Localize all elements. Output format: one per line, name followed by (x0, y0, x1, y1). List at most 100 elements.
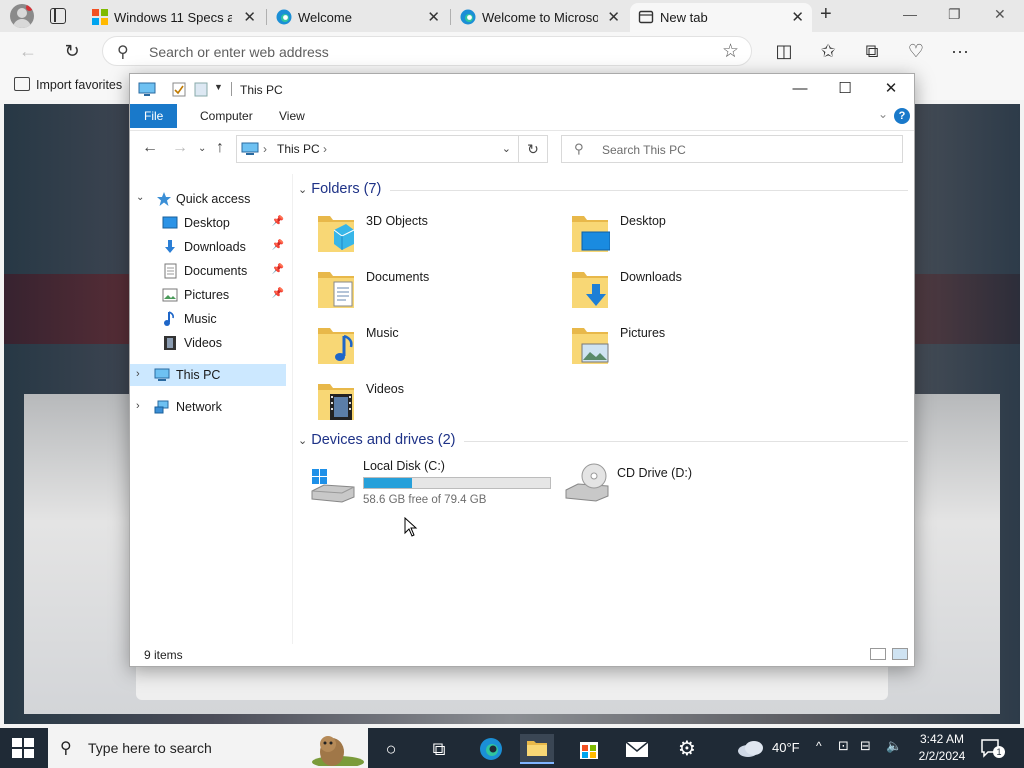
edge-taskbar-icon[interactable] (474, 734, 508, 764)
new-tab-button[interactable]: + (820, 3, 832, 26)
nav-label: Pictures (184, 288, 230, 302)
import-favorites-link[interactable]: Import favorites (14, 77, 122, 92)
folder-3d-objects[interactable]: 3D Objects (302, 208, 542, 262)
address-bar[interactable]: › This PC › ⌄ (236, 135, 548, 163)
breadcrumb-chevron-icon[interactable]: › (263, 142, 267, 156)
folder-pictures[interactable]: Pictures (556, 320, 796, 374)
new-folder-icon[interactable] (194, 82, 208, 97)
network-status-icon[interactable]: ⊟ (860, 738, 871, 768)
back-arrow-icon[interactable]: ← (142, 139, 158, 157)
favorites-icon[interactable]: ✩ (816, 39, 840, 63)
folders-group-header[interactable]: ⌄ Folders (7) (298, 181, 381, 197)
folder-videos[interactable]: Videos (302, 376, 542, 430)
volume-muted-icon[interactable]: 🔈 (886, 738, 902, 768)
desktop-folder-icon (572, 216, 610, 252)
address-placeholder: Search or enter web address (149, 44, 329, 60)
weather-temperature[interactable]: 40°F (772, 740, 800, 768)
search-input[interactable]: ⚲ Search This PC (561, 135, 903, 163)
details-view-icon[interactable] (870, 648, 886, 660)
nav-network[interactable]: › Network (130, 396, 286, 418)
collections-icon[interactable]: ⧉ (860, 39, 884, 63)
folder-music[interactable]: Music (302, 320, 542, 374)
help-icon[interactable]: ? (894, 108, 910, 124)
maximize-button[interactable]: ☐ (830, 78, 860, 100)
address-dropdown-icon[interactable]: ⌄ (502, 142, 511, 155)
folder-downloads[interactable]: Downloads (556, 264, 796, 318)
weather-cloud-icon[interactable] (736, 738, 766, 758)
breadcrumb-chevron-icon[interactable]: › (323, 142, 327, 156)
collapse-chevron-icon[interactable]: ⌄ (136, 192, 144, 203)
expand-chevron-icon[interactable]: › (136, 400, 140, 412)
start-windows-icon[interactable] (12, 738, 34, 758)
settings-gear-icon[interactable]: ⚙ (670, 734, 704, 764)
nav-pictures[interactable]: Pictures 📌 (130, 284, 286, 306)
show-hidden-icons-chevron-icon[interactable]: ^ (816, 739, 822, 768)
close-window-icon[interactable]: ✕ (994, 6, 1006, 23)
drives-group-header[interactable]: ⌄ Devices and drives (2) (298, 432, 455, 448)
tab-divider (266, 9, 267, 25)
nav-music[interactable]: Music (130, 308, 286, 330)
drive-local-disk-c[interactable]: Local Disk (C:) 58.6 GB free of 79.4 GB (300, 459, 551, 511)
group-collapse-icon[interactable]: ⌄ (298, 184, 307, 196)
tab-file[interactable]: File (130, 104, 178, 128)
profile-avatar[interactable] (10, 4, 34, 28)
tab-windows-11-specs[interactable]: Windows 11 Specs and ✕ (84, 3, 264, 32)
file-explorer-taskbar-icon[interactable] (520, 734, 554, 764)
nav-downloads[interactable]: Downloads 📌 (130, 236, 286, 258)
taskbar-search-box[interactable]: ⚲ Type here to search (48, 728, 368, 768)
tab-new-tab[interactable]: New tab ✕ (630, 3, 812, 32)
item-count: 9 items (144, 648, 183, 662)
mail-icon[interactable] (620, 734, 654, 764)
forward-arrow-icon[interactable]: → (172, 139, 188, 157)
split-screen-icon[interactable]: ◫ (772, 39, 796, 63)
meet-now-icon[interactable]: ⊡ (838, 738, 849, 768)
drive-cd-d[interactable]: CD Drive (D:) (554, 463, 804, 518)
taskbar: ⚲ Type here to search ○ ⧉ ⚙ 40°F ^ ⊡ ⊟ 🔈… (0, 728, 1024, 768)
expand-ribbon-icon[interactable]: ⌄ (878, 107, 888, 121)
close-tab-icon[interactable]: ✕ (427, 8, 440, 26)
expand-chevron-icon[interactable]: › (136, 368, 140, 380)
address-bar[interactable]: ⚲ Search or enter web address ☆ (102, 36, 752, 66)
refresh-icon[interactable]: ↻ (60, 39, 84, 63)
nav-documents[interactable]: Documents 📌 (130, 260, 286, 282)
extensions-icon[interactable]: ♡ (904, 39, 928, 63)
group-collapse-icon[interactable]: ⌄ (298, 435, 307, 447)
folder-documents[interactable]: Documents (302, 264, 542, 318)
task-view-icon[interactable]: ⧉ (422, 734, 456, 764)
mouse-cursor-icon (404, 517, 418, 537)
tab-welcome-microsoft[interactable]: Welcome to Microsoft ✕ (452, 3, 628, 32)
notification-center-icon[interactable]: 1 (980, 738, 1005, 758)
system-clock[interactable]: 3:42 AM 2/2/2024 (912, 731, 972, 765)
more-options-icon[interactable]: ··· (948, 39, 972, 63)
nav-desktop[interactable]: Desktop 📌 (130, 212, 286, 234)
recent-locations-icon[interactable]: ⌄ (198, 143, 206, 154)
close-tab-icon[interactable]: ✕ (791, 8, 804, 26)
restore-icon[interactable]: ❐ (948, 6, 961, 23)
tab-welcome[interactable]: Welcome ✕ (268, 3, 448, 32)
minimize-button[interactable]: — (785, 78, 815, 100)
large-icons-view-icon[interactable] (892, 648, 908, 660)
customize-qat-icon[interactable]: ▼ (214, 82, 223, 92)
nav-quick-access[interactable]: ⌄ Quick access (130, 188, 286, 210)
close-tab-icon[interactable]: ✕ (243, 8, 256, 26)
properties-icon[interactable] (172, 82, 186, 97)
close-button[interactable]: ✕ (876, 78, 906, 100)
tab-view[interactable]: View (265, 104, 319, 128)
this-pc-icon (241, 142, 259, 155)
cortana-icon[interactable]: ○ (374, 734, 408, 764)
microsoft-store-icon[interactable] (572, 734, 606, 764)
back-icon[interactable]: ← (16, 39, 40, 63)
tab-computer[interactable]: Computer (186, 104, 267, 128)
minimize-icon[interactable]: — (903, 6, 917, 22)
nav-videos[interactable]: Videos (130, 332, 286, 354)
nav-this-pc[interactable]: › This PC (130, 364, 286, 386)
search-icon: ⚲ (60, 740, 72, 757)
refresh-button[interactable]: ↻ (518, 135, 548, 163)
up-arrow-icon[interactable]: ↑ (216, 139, 224, 157)
tab-actions-icon[interactable] (50, 8, 66, 24)
this-pc-icon (154, 368, 170, 381)
folder-desktop[interactable]: Desktop (556, 208, 796, 262)
favorite-star-icon[interactable]: ☆ (722, 40, 739, 63)
close-tab-icon[interactable]: ✕ (607, 8, 620, 26)
breadcrumb-this-pc[interactable]: This PC (277, 142, 320, 156)
